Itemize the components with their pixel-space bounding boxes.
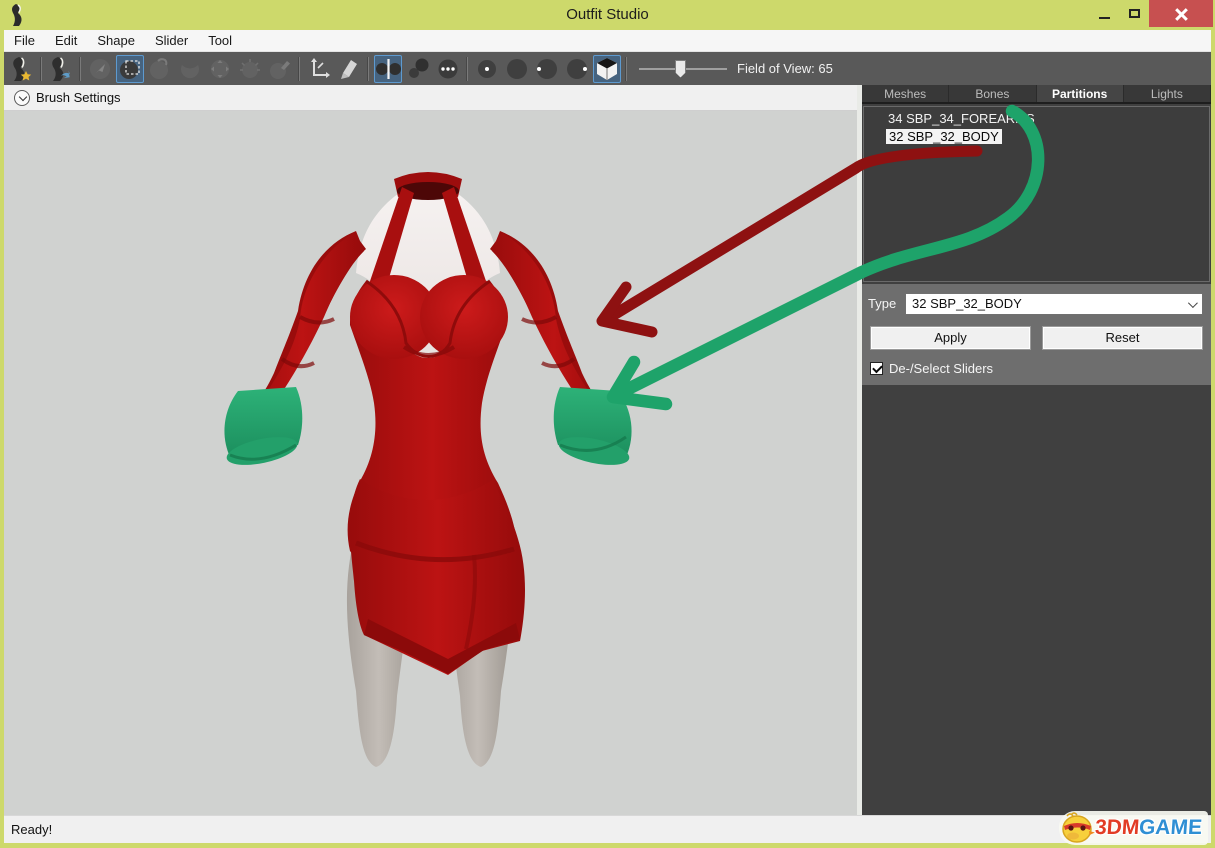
menu-slider[interactable]: Slider xyxy=(145,30,198,52)
inflate-brush-button[interactable] xyxy=(146,55,174,83)
status-text: Ready! xyxy=(4,822,52,837)
chevron-down-icon xyxy=(1188,298,1198,308)
watermark-3dmgame: 3DM GAME xyxy=(1059,811,1208,845)
deselect-sliders-label: De-/Select Sliders xyxy=(889,361,993,376)
load-project-icon xyxy=(49,56,73,82)
select-tool-button[interactable] xyxy=(86,55,114,83)
toolbar-separator xyxy=(368,57,369,81)
list-item-body[interactable]: 32 SBP_32_BODY xyxy=(886,128,1209,146)
brush-settings-header[interactable]: Brush Settings xyxy=(4,85,857,111)
field-of-view-slider[interactable] xyxy=(639,59,727,79)
viewport-area: Brush Settings xyxy=(4,85,857,815)
field-of-view-label: Field of View: 65 xyxy=(737,61,833,76)
new-project-icon xyxy=(10,56,34,82)
apply-button[interactable]: Apply xyxy=(870,326,1031,350)
weight-brush-button[interactable] xyxy=(266,55,294,83)
transform-axes-icon xyxy=(307,57,331,81)
cube-icon xyxy=(594,56,620,82)
partition-list[interactable]: 34 SBP_34_FOREARMS 32 SBP_32_BODY xyxy=(863,106,1210,282)
reset-button[interactable]: Reset xyxy=(1042,326,1203,350)
viewport-3d[interactable] xyxy=(4,111,857,815)
tab-meshes[interactable]: Meshes xyxy=(862,85,949,102)
tab-bones[interactable]: Bones xyxy=(949,85,1036,102)
deflate-brush-button[interactable] xyxy=(176,55,204,83)
watermark-text-3dm: 3DM xyxy=(1094,816,1140,840)
toolbar-separator xyxy=(299,57,300,81)
inflate-brush-icon xyxy=(148,57,172,81)
perspective-toggle-button[interactable] xyxy=(593,55,621,83)
panel-tabs: Meshes Bones Partitions Lights xyxy=(862,85,1211,104)
deselect-sliders-checkbox[interactable] xyxy=(870,362,883,375)
chick-mascot-icon xyxy=(1061,812,1095,844)
tab-lights[interactable]: Lights xyxy=(1124,85,1211,102)
watermark-text-game: GAME xyxy=(1138,816,1203,840)
title-bar[interactable]: Outfit Studio xyxy=(0,0,1215,30)
menu-bar: File Edit Shape Slider Tool xyxy=(4,30,1211,52)
mirror-x-icon xyxy=(375,57,401,81)
slider-thumb[interactable] xyxy=(675,60,686,78)
close-icon xyxy=(1175,8,1187,20)
dotted-circle-icon xyxy=(435,57,461,81)
new-project-button[interactable] xyxy=(8,55,36,83)
partition-type-section: Type 32 SBP_32_BODY Apply Reset De-/Sele… xyxy=(862,284,1211,385)
weight-brush-icon xyxy=(268,57,292,81)
tab-partitions[interactable]: Partitions xyxy=(1037,85,1124,102)
smooth-brush-icon xyxy=(238,57,262,81)
close-button[interactable] xyxy=(1149,0,1213,27)
brush-dot-center-button[interactable] xyxy=(473,55,501,83)
mask-brush-button[interactable] xyxy=(116,55,144,83)
toolbar: Field of View: 65 xyxy=(4,52,1211,85)
move-brush-button[interactable] xyxy=(206,55,234,83)
status-bar: Ready! xyxy=(4,815,1211,843)
type-row: Type 32 SBP_32_BODY xyxy=(866,293,1203,315)
toolbar-separator xyxy=(467,57,468,81)
type-dropdown[interactable]: 32 SBP_32_BODY xyxy=(905,293,1203,315)
global-brush-toggle-button[interactable] xyxy=(434,55,462,83)
mirror-x-toggle-button[interactable] xyxy=(374,55,402,83)
deflate-brush-icon xyxy=(178,57,202,81)
brush-dot-right-button[interactable] xyxy=(563,55,591,83)
brush-dot-left-button[interactable] xyxy=(533,55,561,83)
maximize-button[interactable] xyxy=(1119,0,1149,27)
brush-settings-label: Brush Settings xyxy=(36,90,121,105)
connected-circles-icon xyxy=(406,57,430,81)
move-brush-icon xyxy=(208,57,232,81)
mask-brush-icon xyxy=(118,57,142,81)
connected-brush-toggle-button[interactable] xyxy=(404,55,432,83)
button-row: Apply Reset xyxy=(870,326,1203,350)
smooth-brush-button[interactable] xyxy=(236,55,264,83)
toolbar-separator xyxy=(41,57,42,81)
pivot-tool-button[interactable] xyxy=(335,55,363,83)
minimize-icon xyxy=(1099,17,1110,19)
menu-file[interactable]: File xyxy=(4,30,45,52)
circle-dot-left-icon xyxy=(535,57,559,81)
load-project-button[interactable] xyxy=(47,55,75,83)
type-dropdown-value: 32 SBP_32_BODY xyxy=(912,296,1022,311)
main-area: Brush Settings xyxy=(4,85,1211,815)
menu-shape[interactable]: Shape xyxy=(87,30,145,52)
window-title: Outfit Studio xyxy=(0,6,1215,23)
deselect-sliders-row: De-/Select Sliders xyxy=(870,360,993,376)
collapse-chevron-icon[interactable] xyxy=(14,90,30,106)
outfit-studio-window: Outfit Studio File Edit Shape Slider Too… xyxy=(0,0,1215,848)
pencil-icon xyxy=(337,57,361,81)
circle-plain-icon xyxy=(505,57,529,81)
minimize-button[interactable] xyxy=(1089,0,1119,27)
circle-dot-right-icon xyxy=(565,57,589,81)
type-label: Type xyxy=(868,296,896,311)
transform-tool-button[interactable] xyxy=(305,55,333,83)
toolbar-separator xyxy=(626,57,627,81)
toolbar-separator xyxy=(80,57,81,81)
menu-tool[interactable]: Tool xyxy=(198,30,242,52)
outfit-model xyxy=(4,111,857,815)
circle-dot-center-icon xyxy=(475,57,499,81)
menu-edit[interactable]: Edit xyxy=(45,30,87,52)
brush-plain-button[interactable] xyxy=(503,55,531,83)
list-item-forearms[interactable]: 34 SBP_34_FOREARMS xyxy=(864,110,1209,128)
window-controls xyxy=(1089,0,1213,27)
right-panel: Meshes Bones Partitions Lights 34 SBP_34… xyxy=(862,85,1211,815)
select-arrow-icon xyxy=(88,57,112,81)
maximize-icon xyxy=(1129,9,1140,18)
